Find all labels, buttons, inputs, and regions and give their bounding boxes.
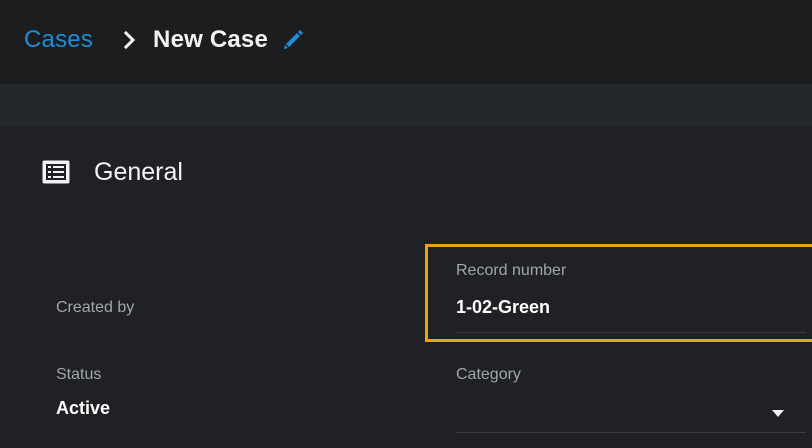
pencil-icon[interactable] — [282, 29, 304, 51]
page: Cases New Case General Created by Record… — [0, 0, 812, 448]
breadcrumb-cases-link[interactable]: Cases — [24, 26, 93, 54]
record-number-highlight — [425, 244, 812, 342]
page-header: Cases New Case — [0, 0, 812, 84]
chevron-right-icon — [123, 30, 137, 50]
record-number-field[interactable]: 1-02-Green — [456, 297, 550, 318]
category-underline — [456, 432, 806, 433]
status-value: Active — [56, 398, 111, 418]
breadcrumb: Cases New Case — [24, 22, 304, 58]
record-number-underline — [456, 332, 806, 333]
status-label: Status — [56, 366, 102, 383]
caret-down-icon[interactable] — [772, 405, 784, 417]
section-title: General — [94, 157, 183, 186]
record-number-label: Record number — [456, 262, 567, 279]
created-by-label: Created by — [56, 299, 135, 316]
page-title: New Case — [153, 26, 269, 53]
category-label: Category — [456, 366, 521, 383]
toolbar-strip — [0, 84, 812, 126]
list-form-icon — [42, 158, 70, 186]
section-header-general: General — [42, 150, 183, 194]
